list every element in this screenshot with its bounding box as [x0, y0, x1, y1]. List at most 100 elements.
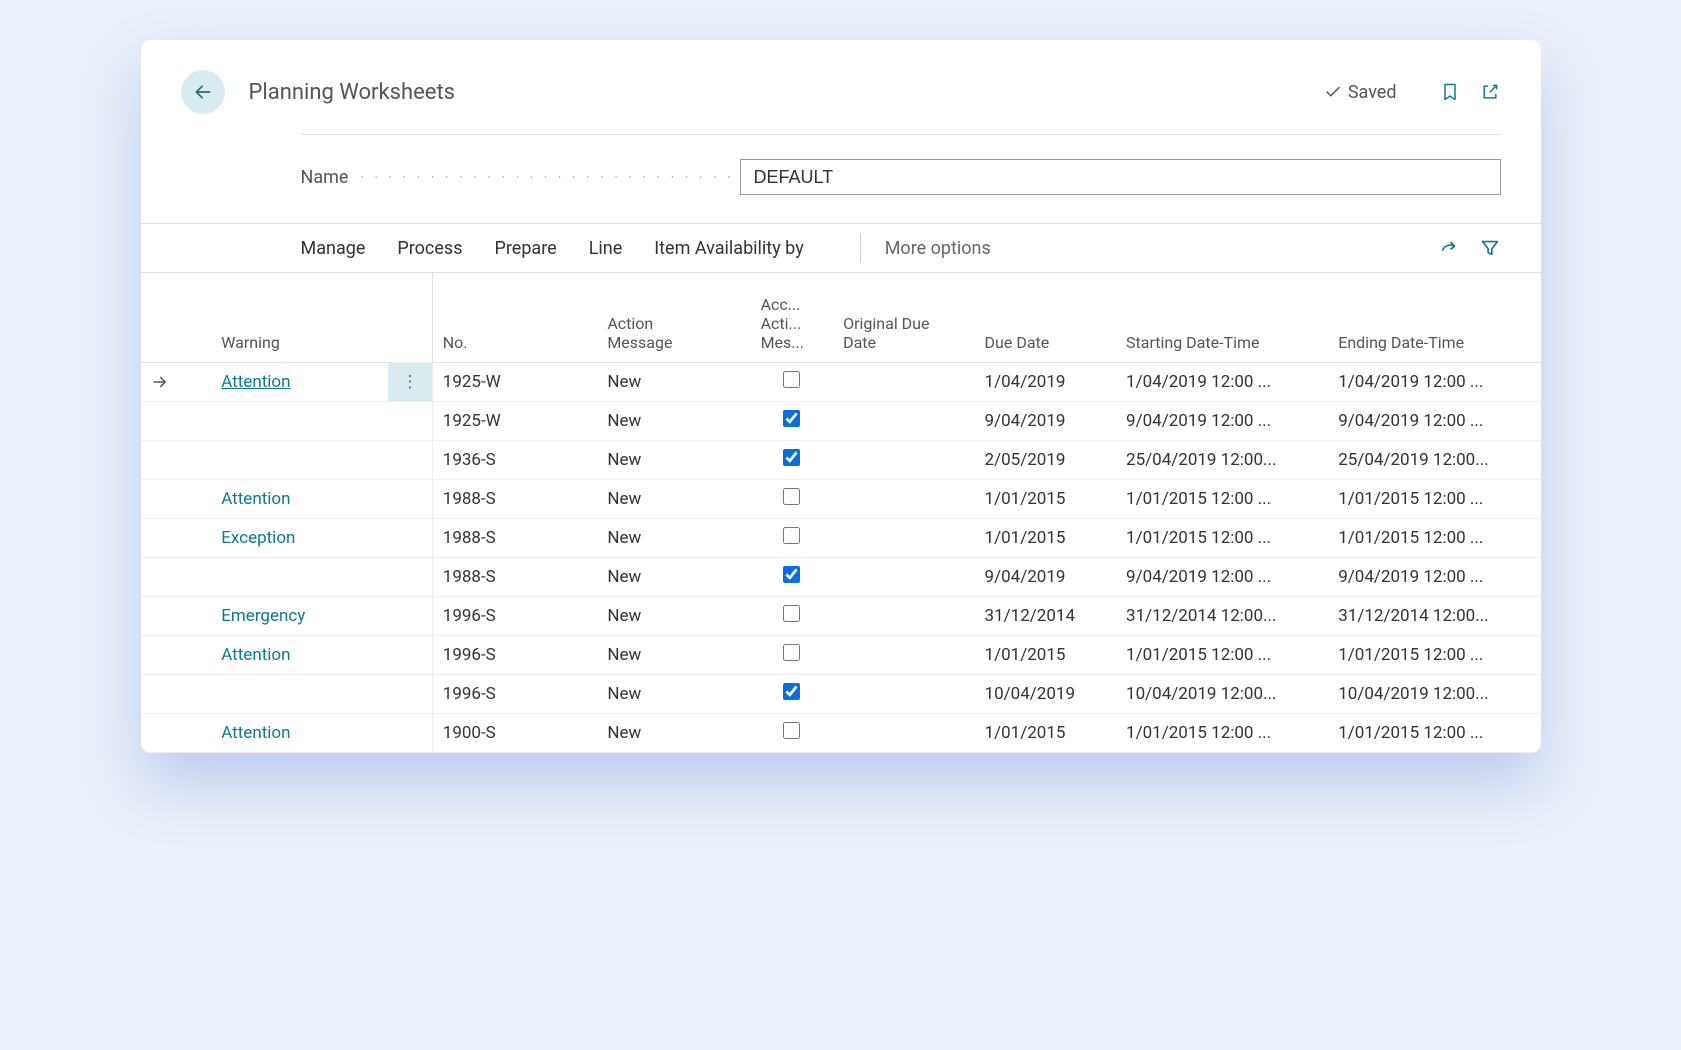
- cell-starting-date-time: 25/04/2019 12:00...: [1116, 441, 1328, 480]
- table-row[interactable]: 1936-SNew2/05/201925/04/2019 12:00...25/…: [141, 441, 1541, 480]
- row-menu-cell[interactable]: [388, 675, 432, 714]
- cell-warning: [211, 441, 388, 480]
- table-row[interactable]: Emergency1996-SNew31/12/201431/12/2014 1…: [141, 597, 1541, 636]
- row-indicator: [141, 675, 212, 714]
- col-no[interactable]: No.: [432, 273, 597, 363]
- cell-warning[interactable]: Attention: [211, 636, 388, 675]
- col-due-date[interactable]: Due Date: [975, 273, 1116, 363]
- accept-checkbox[interactable]: [783, 371, 800, 388]
- col-action-message[interactable]: Action Message: [597, 273, 750, 363]
- back-arrow-icon: [193, 82, 213, 102]
- menu-process[interactable]: Process: [397, 238, 462, 259]
- name-input[interactable]: [740, 159, 1500, 195]
- menu-line[interactable]: Line: [589, 238, 623, 259]
- cell-warning[interactable]: Emergency: [211, 597, 388, 636]
- table-row[interactable]: Attention⋮1925-WNew1/04/20191/04/2019 12…: [141, 363, 1541, 402]
- table-row[interactable]: 1925-WNew9/04/20199/04/2019 12:00 ...9/0…: [141, 402, 1541, 441]
- popout-button[interactable]: [1479, 81, 1501, 103]
- accept-checkbox[interactable]: [783, 449, 800, 466]
- cell-ending-date-time: 1/01/2015 12:00 ...: [1328, 480, 1540, 519]
- cell-warning[interactable]: Attention: [211, 714, 388, 753]
- table-row[interactable]: Attention1900-SNew1/01/20151/01/2015 12:…: [141, 714, 1541, 753]
- back-button[interactable]: [181, 70, 225, 114]
- toolbar: Manage Process Prepare Line Item Availab…: [141, 223, 1541, 273]
- row-indicator: [141, 636, 212, 675]
- row-menu-cell[interactable]: [388, 402, 432, 441]
- warning-link[interactable]: Attention: [221, 645, 290, 665]
- dotted-leader: · · · · · · · · · · · · · · · · · · · · …: [360, 170, 740, 184]
- col-starting-date-time[interactable]: Starting Date-Time: [1116, 273, 1328, 363]
- cell-original-due: [833, 363, 974, 402]
- cell-due-date: 1/01/2015: [975, 636, 1116, 675]
- accept-checkbox[interactable]: [783, 527, 800, 544]
- saved-indicator: Saved: [1324, 82, 1397, 103]
- warning-link[interactable]: Attention: [221, 489, 290, 509]
- row-indicator: [141, 558, 212, 597]
- cell-starting-date-time: 1/04/2019 12:00 ...: [1116, 363, 1328, 402]
- cell-warning[interactable]: Attention: [211, 363, 388, 402]
- row-menu-cell[interactable]: ⋮: [388, 363, 432, 402]
- cell-warning[interactable]: Attention: [211, 480, 388, 519]
- cell-due-date: 1/04/2019: [975, 363, 1116, 402]
- cell-action-message: New: [597, 675, 750, 714]
- table-row[interactable]: 1988-SNew9/04/20199/04/2019 12:00 ...9/0…: [141, 558, 1541, 597]
- cell-action-message: New: [597, 714, 750, 753]
- accept-checkbox[interactable]: [783, 722, 800, 739]
- warning-link[interactable]: Attention: [221, 372, 290, 392]
- checkmark-icon: [1324, 83, 1342, 101]
- row-menu-cell[interactable]: [388, 480, 432, 519]
- bookmark-button[interactable]: [1439, 81, 1461, 103]
- cell-original-due: [833, 675, 974, 714]
- row-menu-cell[interactable]: [388, 558, 432, 597]
- cell-starting-date-time: 1/01/2015 12:00 ...: [1116, 714, 1328, 753]
- accept-checkbox[interactable]: [783, 410, 800, 427]
- cell-accept: [751, 597, 834, 636]
- share-icon: [1439, 237, 1461, 259]
- row-menu-cell[interactable]: [388, 519, 432, 558]
- warning-link[interactable]: Exception: [221, 528, 295, 548]
- menu-more-options[interactable]: More options: [885, 238, 991, 259]
- cell-warning[interactable]: Exception: [211, 519, 388, 558]
- row-menu-cell[interactable]: [388, 441, 432, 480]
- table-header-row: Warning No. Action Message Acc... Acti..…: [141, 273, 1541, 363]
- cell-no: 1996-S: [432, 675, 597, 714]
- row-menu-cell[interactable]: [388, 597, 432, 636]
- saved-label: Saved: [1348, 82, 1397, 103]
- menu-prepare[interactable]: Prepare: [494, 238, 556, 259]
- planning-worksheets-window: Planning Worksheets Saved Name · · · · ·…: [141, 40, 1541, 753]
- cell-starting-date-time: 9/04/2019 12:00 ...: [1116, 558, 1328, 597]
- share-button[interactable]: [1439, 237, 1461, 259]
- table-row[interactable]: 1996-SNew10/04/201910/04/2019 12:00...10…: [141, 675, 1541, 714]
- cell-ending-date-time: 1/01/2015 12:00 ...: [1328, 519, 1540, 558]
- col-warning[interactable]: Warning: [211, 273, 388, 363]
- cell-due-date: 9/04/2019: [975, 402, 1116, 441]
- cell-no: 1936-S: [432, 441, 597, 480]
- cell-accept: [751, 402, 834, 441]
- accept-checkbox[interactable]: [783, 683, 800, 700]
- menu-manage[interactable]: Manage: [301, 238, 366, 259]
- cell-original-due: [833, 714, 974, 753]
- col-accept[interactable]: Acc... Acti... Mes...: [751, 273, 834, 363]
- table-row[interactable]: Attention1996-SNew1/01/20151/01/2015 12:…: [141, 636, 1541, 675]
- table-row[interactable]: Exception1988-SNew1/01/20151/01/2015 12:…: [141, 519, 1541, 558]
- row-menu-cell[interactable]: [388, 714, 432, 753]
- accept-checkbox[interactable]: [783, 488, 800, 505]
- warning-link[interactable]: Emergency: [221, 606, 305, 626]
- cell-accept: [751, 558, 834, 597]
- row-indicator: [141, 597, 212, 636]
- cell-no: 1996-S: [432, 597, 597, 636]
- menu-item-availability[interactable]: Item Availability by: [654, 238, 803, 259]
- accept-checkbox[interactable]: [783, 644, 800, 661]
- row-menu-cell[interactable]: [388, 636, 432, 675]
- accept-checkbox[interactable]: [783, 605, 800, 622]
- arrow-right-icon: [151, 373, 169, 391]
- cell-accept: [751, 441, 834, 480]
- warning-link[interactable]: Attention: [221, 723, 290, 743]
- col-ending-date-time[interactable]: Ending Date-Time: [1328, 273, 1540, 363]
- col-original-due[interactable]: Original Due Date: [833, 273, 974, 363]
- filter-button[interactable]: [1479, 237, 1501, 259]
- table-row[interactable]: Attention1988-SNew1/01/20151/01/2015 12:…: [141, 480, 1541, 519]
- kebab-icon[interactable]: ⋮: [401, 380, 418, 384]
- cell-no: 1988-S: [432, 519, 597, 558]
- accept-checkbox[interactable]: [783, 566, 800, 583]
